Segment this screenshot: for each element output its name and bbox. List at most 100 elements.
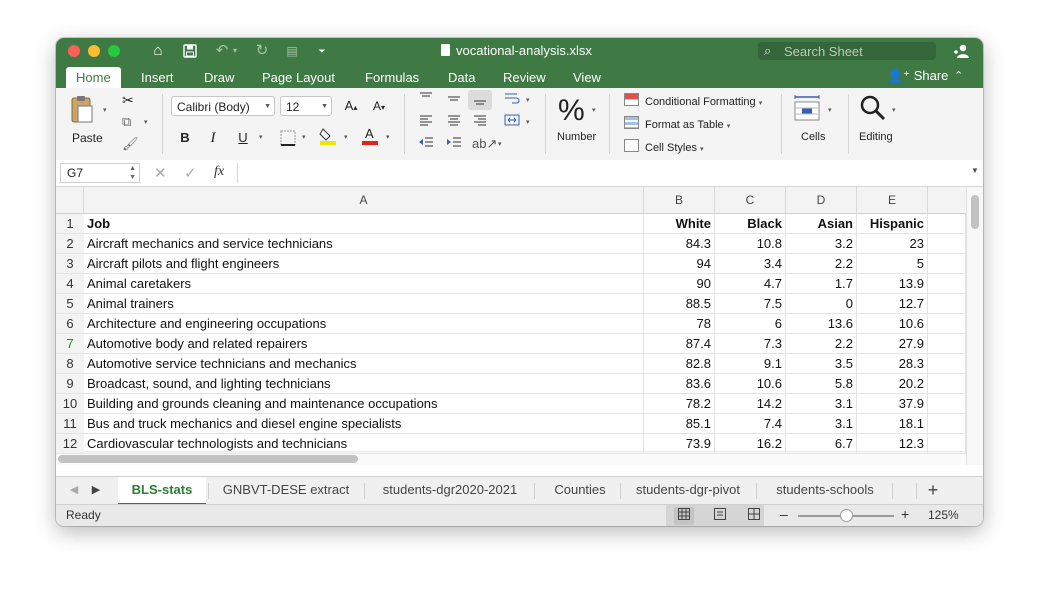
table-cell[interactable]: 5.8 (786, 374, 857, 394)
redo-icon[interactable]: ↻ (252, 41, 272, 61)
conditional-formatting-button[interactable]: Conditional Formatting ▾ (624, 93, 762, 108)
header-cell[interactable]: Hispanic (857, 214, 928, 234)
table-cell[interactable] (928, 354, 966, 374)
close-window-button[interactable] (68, 45, 80, 57)
sheet-tab-counties[interactable]: Counties (538, 477, 622, 503)
tab-page-layout[interactable]: Page Layout (262, 67, 335, 88)
underline-button[interactable]: U (231, 128, 255, 148)
paste-options-chevron-icon[interactable]: ▾ (103, 106, 107, 114)
table-cell[interactable]: 13.9 (857, 274, 928, 294)
cells-icon[interactable] (793, 94, 821, 125)
table-cell[interactable]: Building and grounds cleaning and mainte… (84, 394, 644, 414)
table-cell[interactable]: 3.1 (786, 414, 857, 434)
header-cell[interactable]: Asian (786, 214, 857, 234)
clipboard-icon[interactable] (70, 94, 94, 124)
table-cell[interactable]: 2.2 (786, 334, 857, 354)
table-cell[interactable] (928, 294, 966, 314)
normal-view-icon[interactable] (674, 507, 694, 525)
sheet-tab-bls-stats[interactable]: BLS-stats (118, 477, 206, 505)
tab-view[interactable]: View (573, 67, 601, 88)
zoom-slider-thumb[interactable] (840, 509, 853, 522)
table-cell[interactable]: 2.2 (786, 254, 857, 274)
confirm-entry-icon[interactable]: ✓ (184, 164, 197, 182)
bold-button[interactable]: B (173, 128, 197, 148)
table-cell[interactable] (928, 274, 966, 294)
align-right-icon[interactable] (468, 112, 492, 132)
collapse-ribbon-chevron-icon[interactable]: ⌃ (954, 66, 963, 87)
copy-options-chevron-icon[interactable]: ▾ (144, 118, 148, 126)
table-cell[interactable]: 78.2 (644, 394, 715, 414)
zoom-level[interactable]: 125% (928, 508, 959, 522)
borders-icon[interactable] (276, 128, 300, 148)
tab-review[interactable]: Review (503, 67, 546, 88)
increase-font-size-button[interactable]: A▴ (339, 96, 363, 116)
align-bottom-icon[interactable] (468, 90, 492, 110)
decrease-indent-icon[interactable] (414, 134, 438, 154)
zoom-window-button[interactable] (108, 45, 120, 57)
merge-cells-icon[interactable] (500, 112, 524, 132)
number-format-chevron-icon[interactable]: ▾ (592, 106, 596, 114)
table-cell[interactable]: 14.2 (715, 394, 786, 414)
table-cell[interactable]: Animal trainers (84, 294, 644, 314)
search-input[interactable] (784, 42, 932, 60)
font-color-icon[interactable]: A (358, 126, 382, 146)
table-cell[interactable] (928, 434, 966, 454)
merge-cells-chevron-icon[interactable]: ▾ (526, 118, 530, 126)
borders-chevron-icon[interactable]: ▾ (302, 133, 306, 141)
table-cell[interactable]: 7.5 (715, 294, 786, 314)
table-cell[interactable]: Automotive service technicians and mecha… (84, 354, 644, 374)
minimize-window-button[interactable] (88, 45, 100, 57)
tab-home[interactable]: Home (66, 67, 121, 88)
row-header[interactable]: 4 (56, 274, 84, 294)
table-cell[interactable]: 90 (644, 274, 715, 294)
table-cell[interactable]: 10.6 (857, 314, 928, 334)
expand-formula-bar-chevron-icon[interactable]: ▼ (971, 166, 979, 175)
row-header[interactable]: 12 (56, 434, 84, 454)
table-cell[interactable]: 18.1 (857, 414, 928, 434)
table-cell[interactable]: 6.7 (786, 434, 857, 454)
table-cell[interactable]: 1.7 (786, 274, 857, 294)
row-header[interactable]: 11 (56, 414, 84, 434)
table-cell[interactable]: 83.6 (644, 374, 715, 394)
table-cell[interactable]: 3.2 (786, 234, 857, 254)
table-cell[interactable]: 27.9 (857, 334, 928, 354)
sheet-tab-students-dgr-pivot[interactable]: students-dgr-pivot (626, 477, 750, 503)
fill-color-chevron-icon[interactable]: ▾ (344, 133, 348, 141)
share-button[interactable]: 👤⁺ Share (887, 66, 948, 86)
spreadsheet-grid[interactable]: A B C D E 1 Job White Black Asian Hispanic 2 Ai… (56, 187, 983, 465)
align-left-icon[interactable] (414, 112, 438, 132)
table-cell[interactable]: 78 (644, 314, 715, 334)
row-header[interactable]: 5 (56, 294, 84, 314)
tab-insert[interactable]: Insert (141, 67, 174, 88)
row-header[interactable]: 2 (56, 234, 84, 254)
header-cell[interactable]: Black (715, 214, 786, 234)
row-header[interactable]: 8 (56, 354, 84, 374)
column-header-next[interactable] (928, 187, 966, 214)
account-icon[interactable] (951, 41, 971, 61)
table-cell[interactable] (928, 394, 966, 414)
previous-sheet-chevron-icon[interactable]: ◀ (66, 477, 82, 503)
column-header-e[interactable]: E (857, 187, 928, 214)
table-cell[interactable]: 12.3 (857, 434, 928, 454)
home-icon[interactable]: ⌂ (148, 41, 168, 61)
table-cell[interactable]: 94 (644, 254, 715, 274)
page-layout-view-icon[interactable] (710, 507, 730, 525)
font-size-combobox[interactable]: 12 ▼ (280, 96, 332, 116)
table-cell[interactable]: 85.1 (644, 414, 715, 434)
table-cell[interactable]: 6 (715, 314, 786, 334)
table-cell[interactable]: Animal caretakers (84, 274, 644, 294)
undo-icon[interactable]: ↶ (212, 41, 232, 61)
column-header-a[interactable]: A (84, 187, 644, 214)
page-break-view-icon[interactable] (744, 507, 764, 525)
zoom-out-button[interactable]: – (780, 506, 788, 522)
save-icon[interactable] (180, 41, 200, 61)
sheet-tab-students-schools[interactable]: students-schools (762, 477, 888, 503)
wrap-text-chevron-icon[interactable]: ▾ (526, 96, 530, 104)
copy-icon[interactable]: ⧉ (122, 114, 131, 130)
table-cell[interactable]: 84.3 (644, 234, 715, 254)
row-header[interactable]: 6 (56, 314, 84, 334)
table-cell[interactable]: 73.9 (644, 434, 715, 454)
table-cell[interactable]: 88.5 (644, 294, 715, 314)
table-cell[interactable]: 9.1 (715, 354, 786, 374)
table-cell[interactable]: 16.2 (715, 434, 786, 454)
